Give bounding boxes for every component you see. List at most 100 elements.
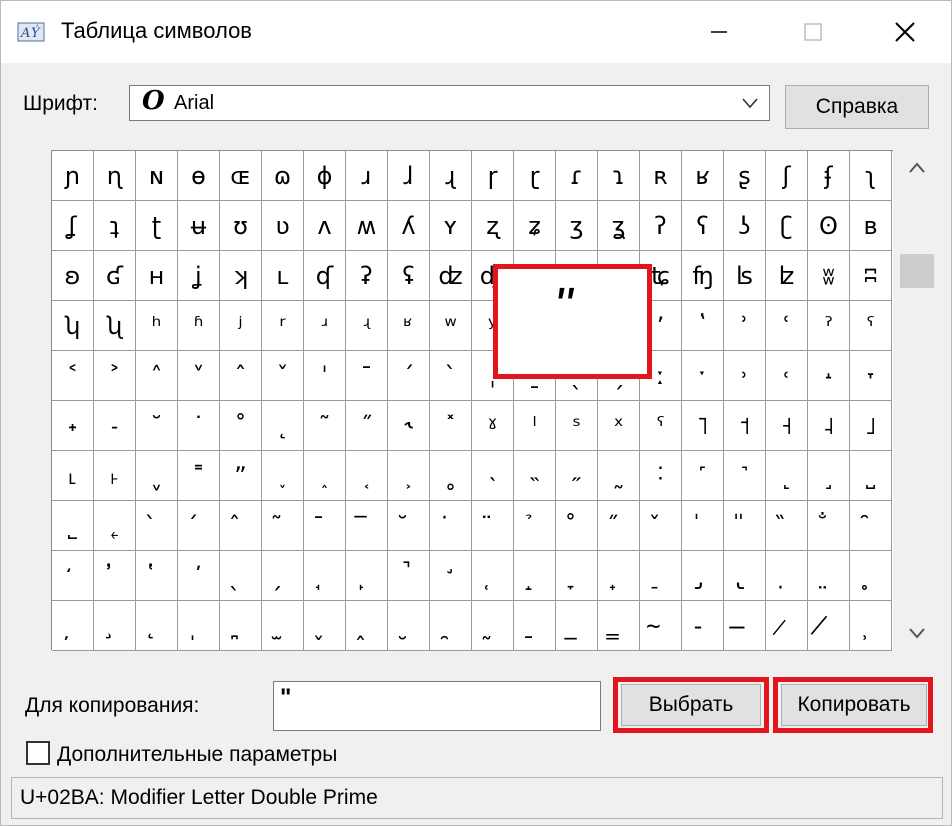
char-cell[interactable]: ˑ	[682, 351, 724, 401]
char-cell[interactable]: ˲	[388, 451, 430, 501]
char-cell[interactable]: ˷	[598, 451, 640, 501]
copy-input[interactable]: ʺ	[273, 681, 601, 731]
char-cell[interactable]: ̱	[514, 601, 556, 651]
char-cell[interactable]: ɵ	[178, 151, 220, 201]
char-cell[interactable]: ˡ	[514, 401, 556, 451]
char-cell[interactable]: ˺	[724, 451, 766, 501]
char-cell[interactable]: ̇	[430, 501, 472, 551]
char-cell[interactable]: ʭ	[850, 251, 892, 301]
char-cell[interactable]: ̀	[136, 501, 178, 551]
char-cell[interactable]: ˳	[430, 451, 472, 501]
char-cell[interactable]: ˯	[262, 451, 304, 501]
char-cell[interactable]: ̘	[304, 551, 346, 601]
char-cell[interactable]: ʇ	[94, 201, 136, 251]
char-cell[interactable]: ʰ	[136, 301, 178, 351]
char-cell[interactable]: ʀ	[640, 151, 682, 201]
char-cell[interactable]: ̎	[724, 501, 766, 551]
char-cell[interactable]: ʆ	[52, 201, 94, 251]
char-cell[interactable]: ̣	[766, 551, 808, 601]
char-cell[interactable]: ̂	[220, 501, 262, 551]
char-cell[interactable]: ɳ	[94, 151, 136, 201]
char-cell[interactable]: ˱	[346, 451, 388, 501]
char-cell[interactable]: ʫ	[766, 251, 808, 301]
char-cell[interactable]: ̍	[682, 501, 724, 551]
maximize-button[interactable]	[785, 1, 841, 63]
char-cell[interactable]: ʜ	[136, 251, 178, 301]
char-cell[interactable]: ˒	[724, 351, 766, 401]
char-cell[interactable]: ˹	[682, 451, 724, 501]
char-cell[interactable]: ̏	[766, 501, 808, 551]
char-cell[interactable]: ˤ	[640, 401, 682, 451]
char-cell[interactable]: ̨	[136, 601, 178, 651]
char-cell[interactable]: ̈	[472, 501, 514, 551]
char-cell[interactable]: ̟	[598, 551, 640, 601]
char-cell[interactable]: ɽ	[514, 151, 556, 201]
char-cell[interactable]: ɸ	[304, 151, 346, 201]
char-cell[interactable]: ̊	[556, 501, 598, 551]
char-cell[interactable]: ̡	[682, 551, 724, 601]
char-cell[interactable]: ̳	[598, 601, 640, 651]
char-cell[interactable]: ̲	[556, 601, 598, 651]
char-cell[interactable]: ˓	[766, 351, 808, 401]
char-cell[interactable]: ˗	[94, 401, 136, 451]
char-cell[interactable]: ́	[178, 501, 220, 551]
char-cell[interactable]: ˰	[304, 451, 346, 501]
char-cell[interactable]: ˂	[52, 351, 94, 401]
char-cell[interactable]: ˀ	[808, 301, 850, 351]
char-cell[interactable]: ʂ	[724, 151, 766, 201]
char-cell[interactable]: ˬ	[136, 451, 178, 501]
char-cell[interactable]: ʙ	[850, 201, 892, 251]
char-cell[interactable]: ˦	[724, 401, 766, 451]
char-cell[interactable]: ̔	[136, 551, 178, 601]
char-cell[interactable]: ̕	[178, 551, 220, 601]
char-cell[interactable]: ʁ	[682, 151, 724, 201]
char-cell[interactable]: ˚	[220, 401, 262, 451]
char-cell[interactable]: ʪ	[724, 251, 766, 301]
char-cell[interactable]: ̚	[388, 551, 430, 601]
char-cell[interactable]: ʡ	[346, 251, 388, 301]
char-cell[interactable]: ʠ	[304, 251, 346, 301]
char-cell[interactable]: ˈ	[304, 351, 346, 401]
char-cell[interactable]: ˥	[682, 401, 724, 451]
char-cell[interactable]: ʿ	[766, 301, 808, 351]
char-cell[interactable]: ̢	[724, 551, 766, 601]
char-cell[interactable]: ˞	[388, 401, 430, 451]
char-cell[interactable]: ̌	[640, 501, 682, 551]
char-cell[interactable]: ̞	[556, 551, 598, 601]
char-cell[interactable]: ̛	[430, 551, 472, 601]
char-cell[interactable]: ɶ	[220, 151, 262, 201]
char-cell[interactable]: ̓	[94, 551, 136, 601]
char-cell[interactable]: ˻	[766, 451, 808, 501]
char-cell[interactable]: ɻ	[430, 151, 472, 201]
char-cell[interactable]: ˨	[808, 401, 850, 451]
scroll-up-arrow-icon[interactable]	[907, 158, 927, 178]
char-cell[interactable]: ˪	[52, 451, 94, 501]
char-cell[interactable]: ʯ	[94, 301, 136, 351]
char-cell[interactable]: ʟ	[262, 251, 304, 301]
char-cell[interactable]: ˭	[178, 451, 220, 501]
char-cell[interactable]: ̯	[430, 601, 472, 651]
char-cell[interactable]: ̝	[514, 551, 556, 601]
char-cell[interactable]: ʝ	[178, 251, 220, 301]
char-cell[interactable]: ˛	[262, 401, 304, 451]
char-cell[interactable]: ʩ	[682, 251, 724, 301]
char-cell[interactable]: ̧	[94, 601, 136, 651]
char-cell[interactable]: ˊ	[388, 351, 430, 401]
char-cell[interactable]: ʒ	[556, 201, 598, 251]
char-cell[interactable]: ʾ	[724, 301, 766, 351]
advanced-checkbox[interactable]	[26, 741, 50, 765]
char-cell[interactable]: ˁ	[850, 301, 892, 351]
char-cell[interactable]: ʏ	[430, 201, 472, 251]
char-cell[interactable]: ˶	[556, 451, 598, 501]
char-cell[interactable]: ˿	[94, 501, 136, 551]
char-cell[interactable]: ̰	[472, 601, 514, 651]
char-cell[interactable]: ˵	[514, 451, 556, 501]
char-cell[interactable]: ʲ	[220, 301, 262, 351]
char-cell[interactable]: ̄	[304, 501, 346, 551]
char-cell[interactable]: ˣ	[598, 401, 640, 451]
char-cell[interactable]: ˖	[52, 401, 94, 451]
char-cell[interactable]: ̆	[388, 501, 430, 551]
char-cell[interactable]: ̪	[220, 601, 262, 651]
char-cell[interactable]: ʳ	[262, 301, 304, 351]
char-cell[interactable]: ʉ	[178, 201, 220, 251]
